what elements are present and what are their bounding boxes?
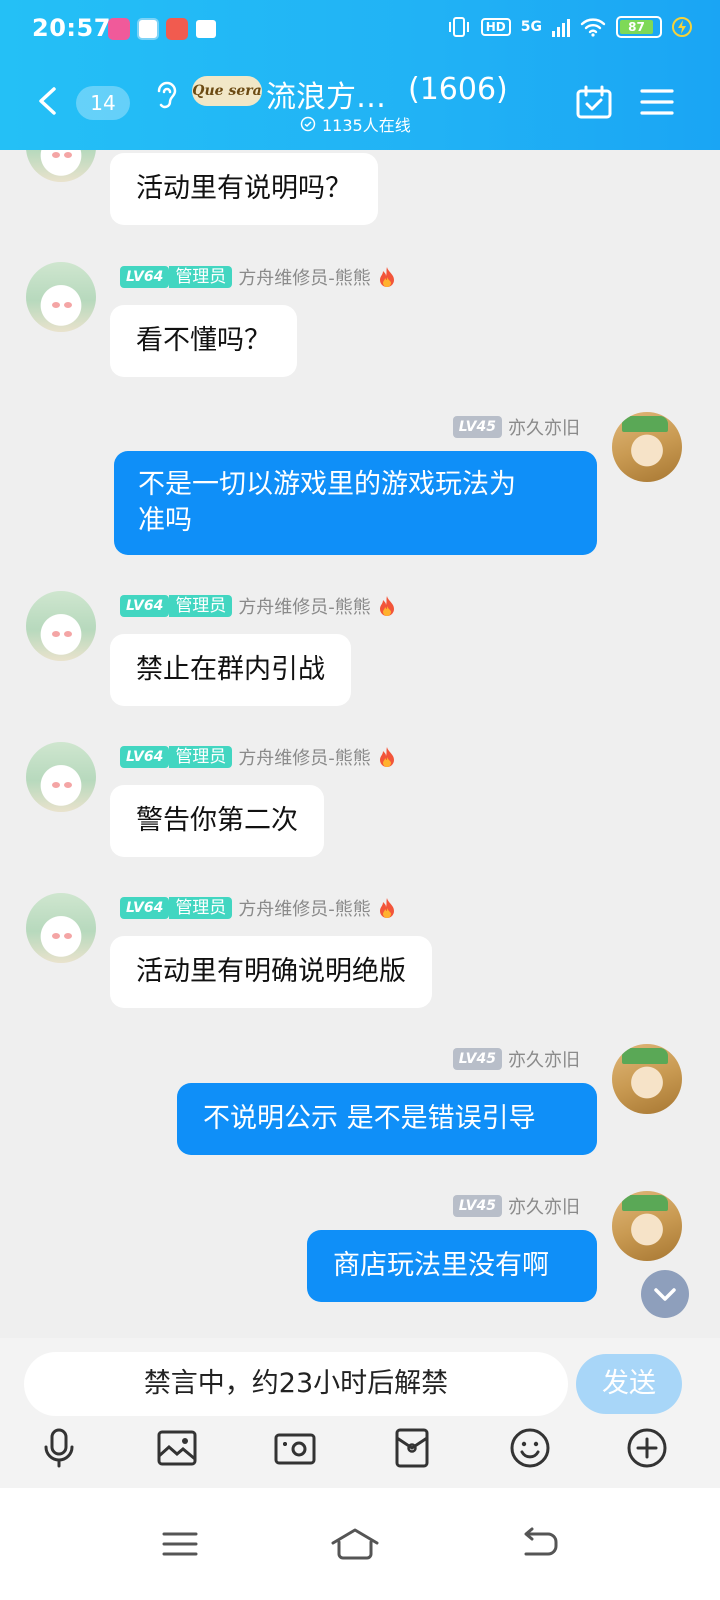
avatar[interactable]	[612, 412, 682, 482]
chevron-left-icon[interactable]	[36, 86, 58, 116]
role-badge: 管理员	[169, 595, 233, 617]
level-badge: LV64	[120, 746, 170, 768]
wifi-icon	[580, 18, 606, 37]
avatar[interactable]	[26, 591, 96, 661]
system-nav-bar	[0, 1488, 720, 1600]
message-bubble[interactable]: 不说明公示 是不是错误引导	[177, 1083, 597, 1155]
avatar[interactable]	[26, 893, 96, 963]
message-bubble[interactable]: 活动里有明确说明绝版	[110, 936, 432, 1008]
sender-meta: LV64 管理员 方舟维修员-熊熊	[120, 895, 397, 921]
online-count: 1135人在线	[300, 112, 411, 136]
sender-meta: LV45 亦久亦旧	[452, 1046, 580, 1072]
level-badge: LV45	[452, 416, 502, 438]
level-badge: LV64	[120, 266, 170, 288]
microphone-icon[interactable]	[37, 1426, 81, 1470]
sender-name[interactable]: 方舟维修员-熊熊	[238, 744, 371, 770]
role-badge: 管理员	[169, 746, 233, 768]
send-button[interactable]: 发送	[576, 1354, 682, 1414]
fire-icon	[379, 267, 394, 287]
message-bubble[interactable]: 活动里有说明吗？	[110, 153, 378, 225]
menu-icon[interactable]	[640, 88, 674, 116]
avatar[interactable]	[612, 1191, 682, 1261]
fire-icon	[379, 747, 394, 767]
level-badge: LV45	[452, 1195, 502, 1217]
notification-app-icon	[108, 18, 130, 40]
sender-meta: LV64 管理员 方舟维修员-熊熊	[120, 264, 397, 290]
plus-icon[interactable]	[625, 1426, 669, 1470]
message-text-line: 准吗	[138, 505, 192, 536]
ear-icon[interactable]	[154, 78, 180, 112]
avatar[interactable]	[612, 1044, 682, 1114]
top-bar: 20:57 HD 5G 87 14 Que sera 流浪方… (1606) 1…	[0, 0, 720, 150]
red-packet-icon[interactable]	[390, 1426, 434, 1470]
message-bubble[interactable]: 商店玩法里没有啊	[307, 1230, 597, 1302]
battery-level: 87	[620, 20, 654, 34]
avatar[interactable]	[26, 742, 96, 812]
hd-badge: HD	[480, 18, 511, 36]
message-text-line: 不是一切以游戏里的游戏玩法为	[138, 469, 516, 500]
recent-apps-icon[interactable]	[158, 1526, 202, 1562]
sender-meta: LV45 亦久亦旧	[452, 414, 580, 440]
sender-name[interactable]: 亦久亦旧	[508, 1193, 580, 1219]
emoji-icon[interactable]	[508, 1426, 552, 1470]
vibrate-icon	[448, 17, 469, 37]
fire-icon	[379, 898, 394, 918]
group-name[interactable]: 流浪方…	[266, 72, 386, 116]
input-bar: 禁言中，约23小时后解禁 发送	[0, 1338, 720, 1488]
book-icon	[196, 20, 216, 38]
sender-name[interactable]: 亦久亦旧	[508, 414, 580, 440]
sender-meta: LV45 亦久亦旧	[452, 1193, 580, 1219]
unread-badge[interactable]: 14	[76, 86, 130, 120]
message-bubble[interactable]: 禁止在群内引战	[110, 634, 351, 706]
level-badge: LV64	[120, 897, 170, 919]
fire-icon	[379, 596, 394, 616]
level-badge: LV64	[120, 595, 170, 617]
online-text: 1135人在线	[322, 116, 411, 135]
check-circle-icon	[300, 116, 316, 132]
group-logo: Que sera	[192, 76, 262, 106]
network-type: 5G	[520, 19, 542, 35]
charging-icon	[672, 17, 692, 37]
member-count[interactable]: (1606)	[408, 72, 508, 107]
message-bubble[interactable]: 看不懂吗？	[110, 305, 297, 377]
sender-name[interactable]: 方舟维修员-熊熊	[238, 895, 371, 921]
status-time: 20:57	[32, 14, 111, 42]
notification-app-icon	[137, 18, 159, 40]
role-badge: 管理员	[169, 897, 233, 919]
signal-icon	[552, 17, 570, 37]
camera-icon[interactable]	[273, 1426, 317, 1470]
message-bubble[interactable]: 不是一切以游戏里的游戏玩法为 准吗	[114, 451, 597, 555]
calendar-check-icon[interactable]	[576, 85, 612, 119]
home-icon[interactable]	[330, 1526, 380, 1562]
sender-name[interactable]: 方舟维修员-熊熊	[238, 264, 371, 290]
back-nav-icon[interactable]	[518, 1526, 562, 1562]
notification-app-icon	[166, 18, 188, 40]
sender-meta: LV64 管理员 方舟维修员-熊熊	[120, 593, 397, 619]
level-badge: LV45	[452, 1048, 502, 1070]
sender-name[interactable]: 方舟维修员-熊熊	[238, 593, 371, 619]
chevron-down-icon	[654, 1288, 676, 1301]
sender-meta: LV64 管理员 方舟维修员-熊熊	[120, 744, 397, 770]
avatar[interactable]	[26, 262, 96, 332]
status-bar: 20:57 HD 5G 87	[0, 0, 720, 58]
battery-icon: 87	[616, 16, 662, 38]
message-bubble[interactable]: 警告你第二次	[110, 785, 324, 857]
image-icon[interactable]	[155, 1426, 199, 1470]
role-badge: 管理员	[169, 266, 233, 288]
scroll-to-bottom-button[interactable]	[641, 1270, 689, 1318]
message-input[interactable]: 禁言中，约23小时后解禁	[24, 1352, 568, 1416]
sender-name[interactable]: 亦久亦旧	[508, 1046, 580, 1072]
